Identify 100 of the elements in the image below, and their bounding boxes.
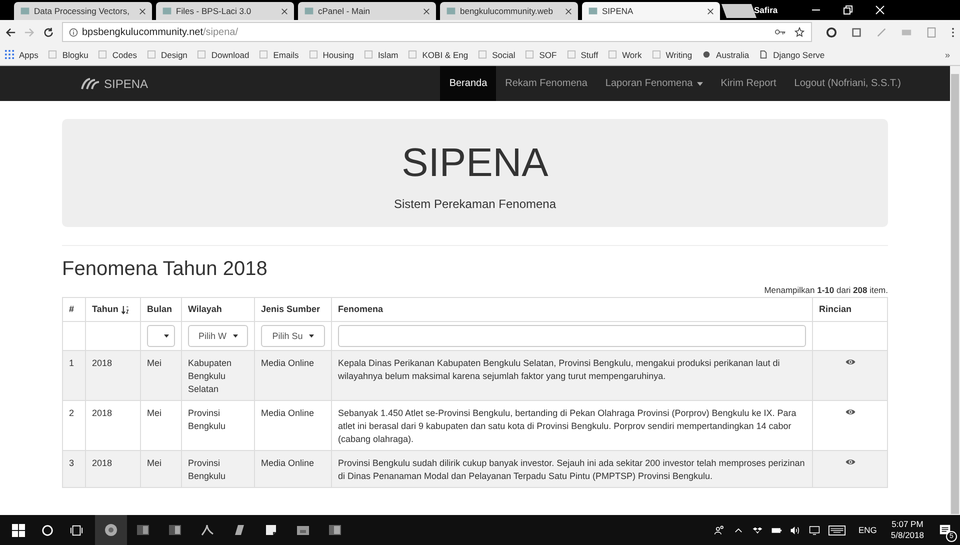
folder-icon [566,50,576,59]
reload-icon[interactable] [43,26,54,38]
view-icon[interactable] [844,358,856,366]
task-view-icon[interactable] [70,524,83,536]
folder-icon [408,50,418,59]
folder-icon [98,50,108,59]
favicon-icon [20,6,30,16]
nav-link[interactable]: Rekam Fenomena [496,66,596,101]
browser-tab[interactable]: Data Processing Vectors, [14,2,152,20]
bookmark-item[interactable]: Apps [5,50,38,60]
table-cell: 2 [62,400,86,451]
apps-grid-icon [5,50,14,59]
bookmark-item[interactable]: Django Serve [759,50,825,60]
search-field[interactable] [338,325,806,348]
table-cell: Provinsi Bengkulu [182,450,254,488]
folder-icon [197,50,206,59]
more-bookmarks-button[interactable]: » [944,50,950,60]
nav-link[interactable]: Kirim Report [712,66,786,101]
caret-icon [308,334,314,338]
star-icon[interactable] [794,27,805,37]
bookmark-item[interactable]: Work [608,50,642,60]
folder-icon [259,50,268,59]
view-icon[interactable] [844,408,856,416]
folder-icon [146,50,156,59]
folder-icon [48,50,58,59]
windows-start-icon[interactable] [12,524,25,536]
folder-icon [608,50,618,59]
network-icon[interactable] [809,524,820,536]
menu-icon[interactable] [951,26,955,38]
browser-icon [104,523,118,537]
search-icon[interactable] [41,524,54,536]
caret-icon [232,334,238,338]
nav-link[interactable]: Laporan Fenomena [596,66,712,101]
column-header: Jenis Sumber [254,298,332,322]
caret-icon [696,82,703,86]
region-select[interactable]: Pilih W [188,325,248,348]
browser-tab[interactable]: Files - BPS-Laci 3.0 [156,2,294,20]
table-cell: 2018 [86,350,140,401]
table-cell: Kabupaten Bengkulu Selatan [182,350,254,401]
browser-tab[interactable]: SIPENA [582,2,720,20]
source-select[interactable]: Pilih Su [261,325,325,348]
folder-icon [525,50,534,59]
notification-icon [938,524,952,536]
extension-icon[interactable] [826,26,837,38]
bookmark-item[interactable]: Blogku [48,50,88,60]
bookmark-item[interactable]: Download [197,50,250,60]
address-bar[interactable]: bpsbengkulucommunity.net/sipena/ [62,22,812,42]
nav-link[interactable]: Beranda [440,66,496,101]
table-cell: Provinsi Bengkulu sudah dilirik cukup banyak investor. Sejauh ini ada sekitar 200 investor telah memproses perizinan di Dinas Penanaman Modal dan Pelayanan Terpadu Satu Pintu (PMPTSP) Provinsi Bengkulu. [332,450,812,488]
profile-name[interactable]: Safira [754,5,778,15]
view-icon[interactable] [844,458,856,466]
bookmark-item[interactable]: Australia [702,50,750,60]
nav-link[interactable]: Logout (Nofriani, S.S.T.) [785,66,910,101]
sort-icon [121,304,130,315]
info-icon [69,28,78,36]
bookmark-item[interactable]: KOBI & Eng [408,50,468,60]
folder-icon [308,50,318,59]
table-cell: 1 [62,350,86,401]
bookmark-item[interactable]: Emails [259,50,299,60]
browser-tab[interactable]: cPanel - Main [298,2,436,20]
close-icon[interactable] [565,8,572,14]
table-cell: Media Online [254,350,332,401]
folder-icon [652,50,661,59]
table-cell: Media Online [254,450,332,488]
clock[interactable]: 5:07 PM 5/8/2018 [890,518,924,542]
favicon-icon [162,6,172,16]
logo-icon [80,76,100,90]
close-icon[interactable] [423,8,430,14]
section-heading: Fenomena Tahun 2018 [62,258,268,281]
bookmark-item[interactable]: Writing [652,50,692,60]
summary-text: Menampilkan 1-10 dari 208 item. [764,285,888,295]
bookmark-item[interactable]: SOF [525,50,557,60]
people-icon[interactable] [714,524,726,536]
bookmark-item[interactable]: Codes [98,50,137,60]
bookmark-item[interactable]: Islam [364,50,398,60]
bookmark-item[interactable]: Housing [308,50,354,60]
close-icon[interactable] [139,8,146,14]
presentation-icon [328,523,342,537]
close-icon[interactable] [707,8,714,14]
extension-icon[interactable] [851,26,862,38]
bookmark-item[interactable]: Design [146,50,188,60]
back-icon[interactable] [5,26,16,38]
keyboard-icon[interactable] [828,524,846,536]
bookmark-item[interactable]: Stuff [566,50,598,60]
table-cell: 2018 [86,450,140,488]
browser-tab[interactable]: bengkulucommunity.web [440,2,578,20]
bookmark-item[interactable]: Social [478,50,516,60]
scrollbar-thumb[interactable] [951,74,959,514]
column-header[interactable]: Tahun [86,298,140,322]
volume-icon[interactable] [790,524,802,536]
restore-icon[interactable] [842,5,853,15]
key-icon[interactable] [775,27,786,37]
brand-link[interactable]: SIPENA [80,66,148,101]
page-icon [759,50,768,59]
language-indicator[interactable]: ENG [858,525,877,535]
caret-icon [164,334,169,338]
favicon-icon [446,6,456,16]
column-header: Fenomena [332,298,812,322]
dropbox-icon[interactable] [752,524,764,536]
close-icon[interactable] [281,8,288,14]
